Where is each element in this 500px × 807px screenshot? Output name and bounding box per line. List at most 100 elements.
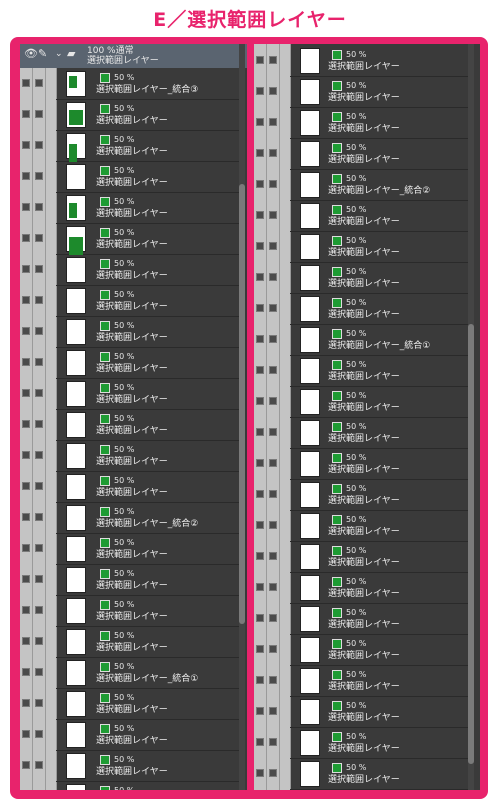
visibility-checkbox[interactable] [22, 234, 30, 242]
lock-checkbox[interactable] [269, 56, 277, 64]
lock-checkbox[interactable] [35, 575, 43, 583]
visibility-checkbox[interactable] [256, 397, 264, 405]
layer-thumbnail[interactable] [300, 48, 320, 74]
layer-thumbnail[interactable] [300, 606, 320, 632]
layer-row[interactable]: 50 %選択範囲レイヤー [256, 635, 468, 666]
lock-checkbox[interactable] [269, 552, 277, 560]
visibility-checkbox[interactable] [22, 141, 30, 149]
lock-checkbox[interactable] [35, 203, 43, 211]
visibility-checkbox[interactable] [256, 211, 264, 219]
layer-thumbnail[interactable] [66, 660, 86, 686]
lock-checkbox[interactable] [35, 234, 43, 242]
layer-thumbnail[interactable] [66, 350, 86, 376]
lock-checkbox[interactable] [269, 118, 277, 126]
layer-thumbnail[interactable] [66, 133, 86, 162]
visibility-checkbox[interactable] [256, 87, 264, 95]
visibility-checkbox[interactable] [256, 676, 264, 684]
lock-checkbox[interactable] [35, 451, 43, 459]
lock-checkbox[interactable] [269, 614, 277, 622]
lock-checkbox[interactable] [35, 544, 43, 552]
lock-checkbox[interactable] [35, 358, 43, 366]
lock-checkbox[interactable] [269, 428, 277, 436]
lock-checkbox[interactable] [269, 459, 277, 467]
layer-thumbnail[interactable] [300, 265, 320, 291]
lock-checkbox[interactable] [35, 79, 43, 87]
layer-thumbnail[interactable] [66, 164, 86, 190]
lock-checkbox[interactable] [269, 335, 277, 343]
layer-row[interactable]: 50 %選択範囲レイヤー [22, 379, 239, 410]
lock-checkbox[interactable] [269, 738, 277, 746]
lock-checkbox[interactable] [269, 211, 277, 219]
lock-checkbox[interactable] [269, 87, 277, 95]
lock-checkbox[interactable] [35, 637, 43, 645]
layer-thumbnail[interactable] [66, 412, 86, 438]
layer-row[interactable]: 50 %選択範囲レイヤー [256, 573, 468, 604]
layer-thumbnail[interactable] [300, 544, 320, 570]
layer-thumbnail[interactable] [300, 110, 320, 136]
visibility-checkbox[interactable] [256, 738, 264, 746]
scrollbar-thumb-left[interactable] [239, 184, 245, 624]
layer-row[interactable]: 50 %選択範囲レイヤー [22, 348, 239, 379]
visibility-checkbox[interactable] [22, 606, 30, 614]
visibility-checkbox[interactable] [256, 490, 264, 498]
lock-checkbox[interactable] [35, 141, 43, 149]
lock-checkbox[interactable] [269, 521, 277, 529]
layer-thumbnail[interactable] [300, 141, 320, 167]
layer-row[interactable]: 50 %選択範囲レイヤー [22, 131, 239, 162]
layer-thumbnail[interactable] [66, 691, 86, 717]
layer-thumbnail[interactable] [66, 443, 86, 469]
layer-thumbnail[interactable] [66, 536, 86, 562]
layer-row[interactable]: 50 %選択範囲レイヤー [256, 697, 468, 728]
visibility-checkbox[interactable] [256, 521, 264, 529]
lock-checkbox[interactable] [35, 296, 43, 304]
lock-checkbox[interactable] [35, 606, 43, 614]
lock-checkbox[interactable] [35, 420, 43, 428]
visibility-checkbox[interactable] [22, 265, 30, 273]
layer-thumbnail[interactable] [300, 730, 320, 756]
lock-checkbox[interactable] [269, 366, 277, 374]
layer-row[interactable]: 50 % 選択範囲レイヤー_統合① [256, 325, 468, 356]
lock-checkbox[interactable] [35, 110, 43, 118]
lock-checkbox[interactable] [269, 149, 277, 157]
lock-checkbox[interactable] [35, 761, 43, 769]
layer-thumbnail[interactable] [66, 71, 86, 97]
layer-row[interactable]: 50 %選択範囲レイヤー [22, 100, 239, 131]
layer-row[interactable]: 50 %選択範囲レイヤー [256, 46, 468, 77]
layer-thumbnail[interactable] [66, 722, 86, 748]
layer-row[interactable]: 50 %選択範囲レイヤー [256, 387, 468, 418]
visibility-checkbox[interactable] [22, 575, 30, 583]
lock-checkbox[interactable] [269, 583, 277, 591]
visibility-checkbox[interactable] [256, 552, 264, 560]
scrollbar-thumb-right[interactable] [468, 324, 474, 764]
layer-row[interactable]: 50 %選択範囲レイヤー [256, 108, 468, 139]
visibility-checkbox[interactable] [256, 273, 264, 281]
layer-row[interactable]: 50 %選択範囲レイヤー [256, 201, 468, 232]
layer-thumbnail[interactable] [300, 482, 320, 508]
layer-row[interactable]: 50 %選択範囲レイヤー [22, 193, 239, 224]
visibility-checkbox[interactable] [256, 304, 264, 312]
chevron-down-icon[interactable]: ⌄ [55, 47, 63, 61]
visibility-checkbox[interactable] [256, 769, 264, 777]
layer-row[interactable]: 50 %選択範囲レイヤー [256, 728, 468, 759]
lock-checkbox[interactable] [269, 676, 277, 684]
visibility-checkbox[interactable] [256, 459, 264, 467]
layer-row[interactable]: 50 %選択範囲レイヤー [22, 720, 239, 751]
lock-checkbox[interactable] [269, 273, 277, 281]
visibility-checkbox[interactable] [22, 172, 30, 180]
visibility-checkbox[interactable] [22, 761, 30, 769]
lock-checkbox[interactable] [35, 389, 43, 397]
visibility-checkbox[interactable] [22, 389, 30, 397]
layer-row[interactable]: 50 %選択範囲レイヤー [56, 782, 239, 790]
visibility-checkbox[interactable] [22, 79, 30, 87]
layer-thumbnail[interactable] [66, 226, 86, 255]
layer-row[interactable]: 50 %選択範囲レイヤー [22, 627, 239, 658]
lock-checkbox[interactable] [269, 242, 277, 250]
lock-checkbox[interactable] [35, 265, 43, 273]
layer-row[interactable]: 50 %選択範囲レイヤー [22, 472, 239, 503]
folder-header[interactable]: 👁 ✎ ⌄ ▰ 100 %通常 選択範囲レイヤー [20, 44, 247, 68]
layer-row[interactable]: 50 %選択範囲レイヤー [22, 317, 239, 348]
visibility-checkbox[interactable] [22, 513, 30, 521]
visibility-checkbox[interactable] [22, 296, 30, 304]
layer-thumbnail[interactable] [66, 474, 86, 500]
layer-thumbnail[interactable] [300, 513, 320, 539]
